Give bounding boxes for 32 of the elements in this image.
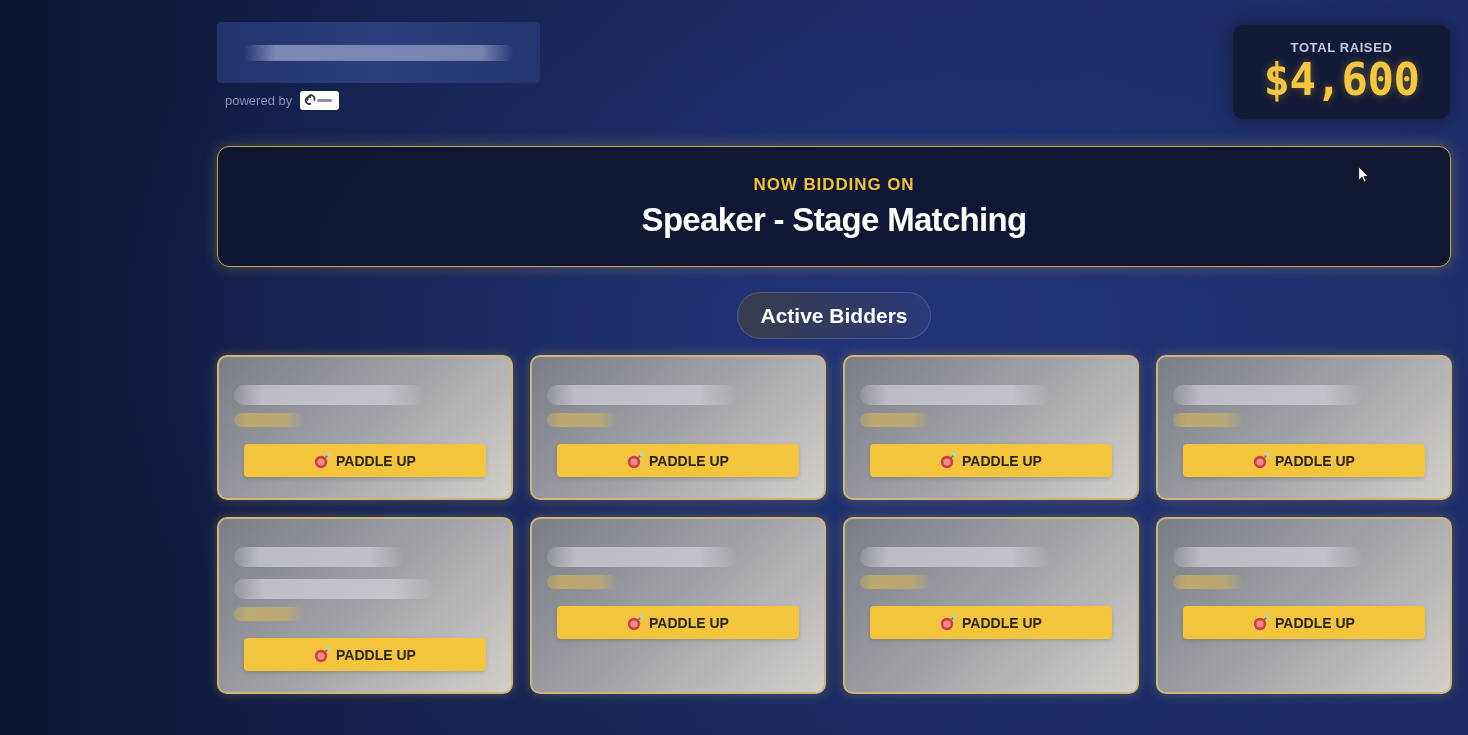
blurred-amount xyxy=(234,413,304,427)
blurred-amount xyxy=(1173,575,1243,589)
logo-icon xyxy=(300,91,340,110)
paddle-up-button[interactable]: PADDLE UP xyxy=(870,444,1112,477)
blurred-amount xyxy=(860,413,930,427)
paddle-up-button[interactable]: PADDLE UP xyxy=(244,638,486,671)
paddle-icon xyxy=(314,646,332,663)
paddle-up-button[interactable]: PADDLE UP xyxy=(870,606,1112,639)
paddle-up-button[interactable]: PADDLE UP xyxy=(1183,444,1425,477)
now-bidding-label: NOW BIDDING ON xyxy=(753,174,915,195)
paddle-up-button[interactable]: PADDLE UP xyxy=(557,606,799,639)
paddle-icon xyxy=(627,614,645,631)
section-heading: Active Bidders xyxy=(737,292,931,339)
total-raised-label: TOTAL RAISED xyxy=(1290,40,1393,56)
cursor-icon xyxy=(1358,166,1369,183)
paddle-icon xyxy=(627,452,645,469)
blurred-amount xyxy=(234,607,304,621)
paddle-icon xyxy=(940,614,958,631)
auction-item-title: Speaker - Stage Matching xyxy=(641,200,1027,239)
powered-by-text: powered by xyxy=(225,93,293,108)
blurred-amount xyxy=(860,575,930,589)
paddle-icon xyxy=(940,452,958,469)
blurred-amount xyxy=(547,575,617,589)
blurred-amount xyxy=(1173,413,1243,427)
paddle-icon xyxy=(1253,614,1271,631)
total-raised-amount: $4,600 xyxy=(1263,57,1420,104)
paddle-up-button[interactable]: PADDLE UP xyxy=(557,444,799,477)
paddle-icon xyxy=(1253,452,1271,469)
paddle-up-button[interactable]: PADDLE UP xyxy=(1183,606,1425,639)
paddle-up-button[interactable]: PADDLE UP xyxy=(244,444,486,477)
blurred-amount xyxy=(547,413,617,427)
paddle-icon xyxy=(314,452,332,469)
